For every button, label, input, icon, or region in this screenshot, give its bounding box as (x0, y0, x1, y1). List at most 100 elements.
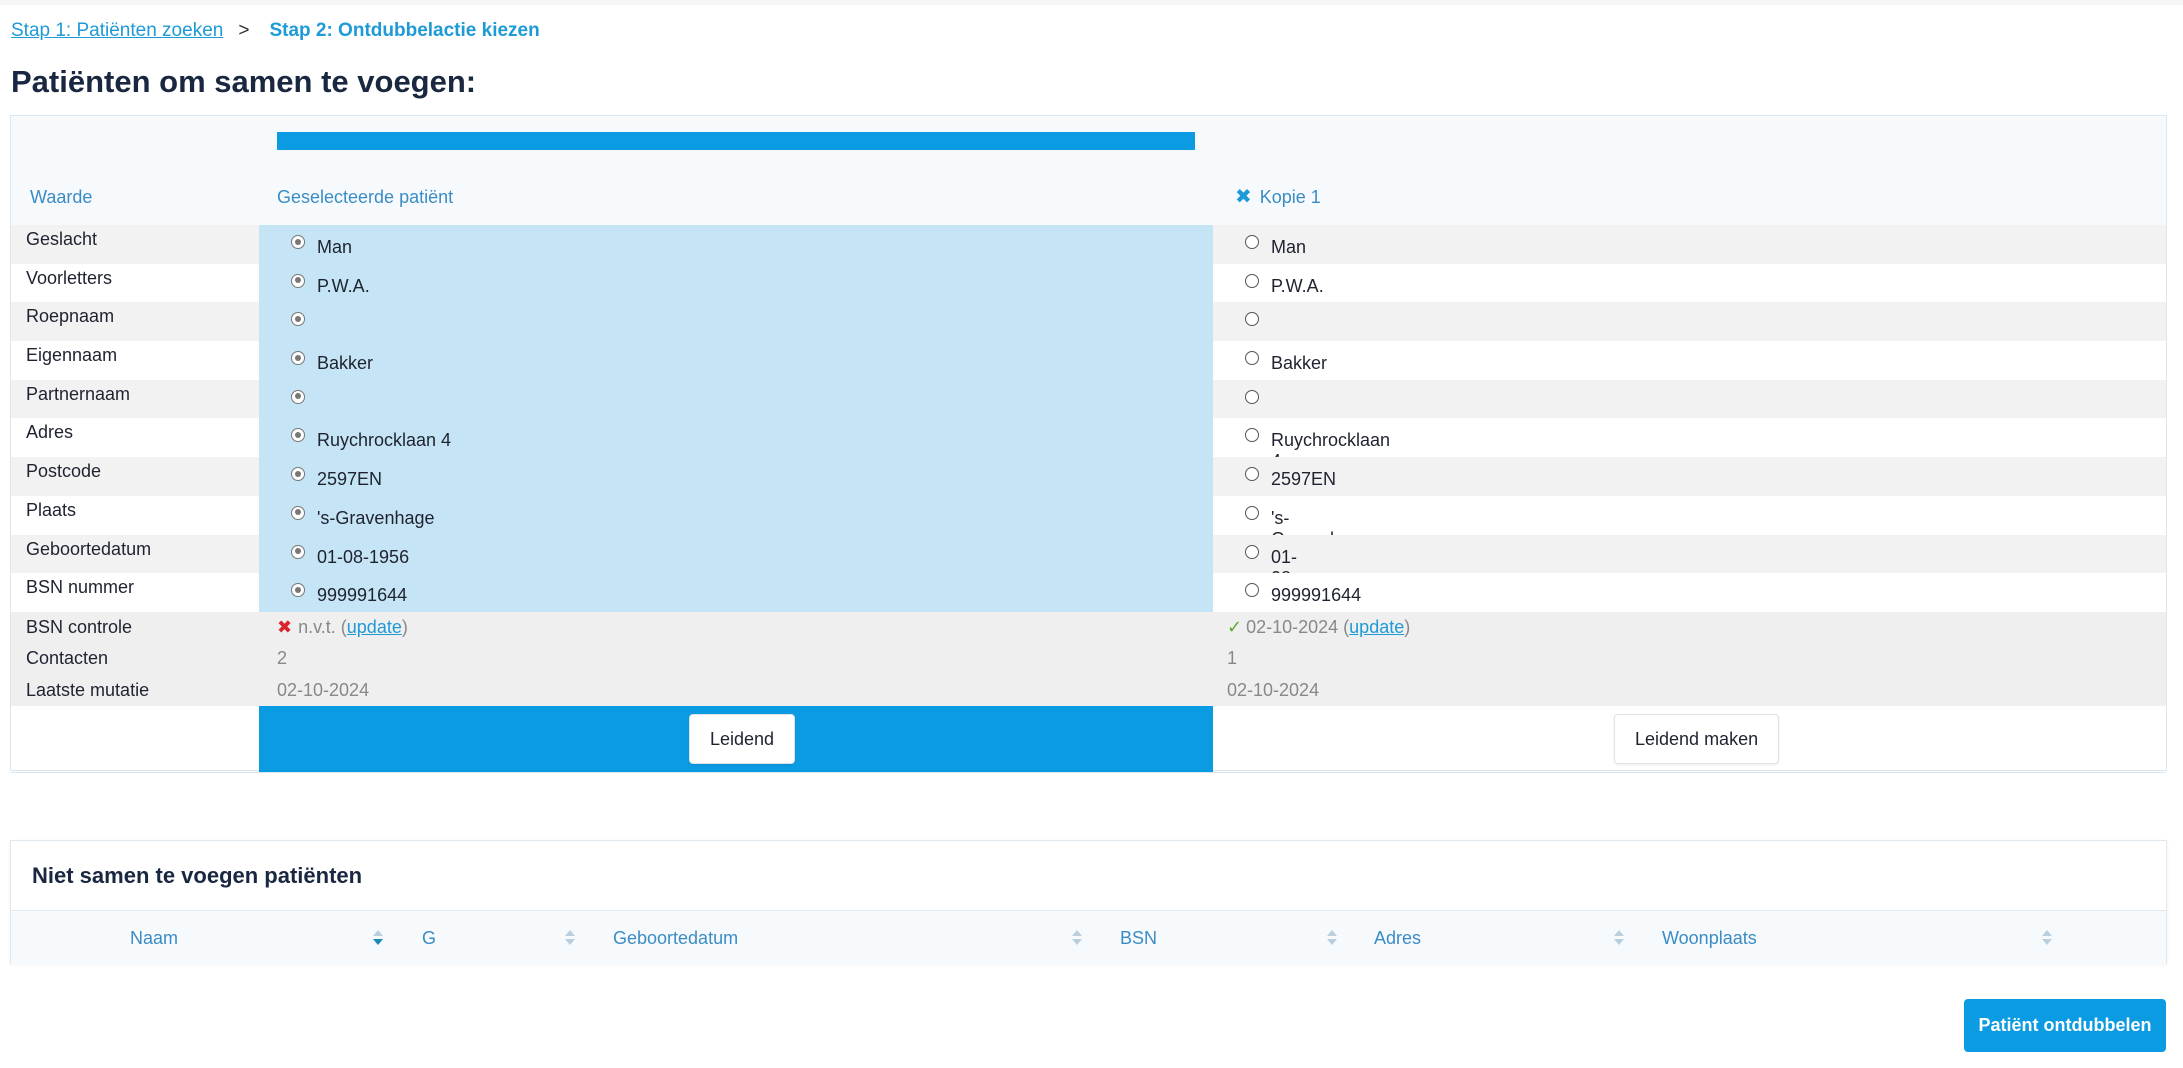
column-g[interactable]: G (422, 911, 436, 965)
selected-value: Man (317, 237, 353, 257)
radio-copy[interactable] (1245, 389, 1259, 404)
selected-patient-cell: P.W.A. (259, 263, 1213, 303)
contacts-copy: 1 (1227, 648, 1238, 669)
header-copy: ✖ Kopie 1 (1235, 169, 1321, 225)
bsn-check-selected: ✖ n.v.t. (update) (277, 617, 408, 637)
selected-value: 's-Gravenhage (317, 507, 435, 528)
header-copy-label: Kopie 1 (1259, 187, 1321, 207)
merge-row: AdresRuychrocklaan 4Ruychrocklaan 4 (11, 418, 2166, 471)
merge-patient-button[interactable]: Patiënt ontdubbelen (1964, 999, 2166, 1052)
checkmark-icon: ✓ (1227, 617, 1243, 637)
radio-copy[interactable] (1245, 235, 1259, 249)
copy-value: 999991644 (1271, 585, 1362, 606)
sort-icon[interactable] (1072, 930, 1082, 946)
selected-value: 2597EN (317, 469, 383, 490)
copy-value: Man (1271, 237, 1307, 257)
merge-row: Partnernaam (11, 379, 2166, 419)
selected-action-cell: Leidend (259, 706, 1213, 772)
sort-icon[interactable] (2042, 930, 2052, 946)
merge-row: Postcode 2597EN 2597EN (11, 457, 2166, 496)
make-leading-button[interactable]: Leidend maken (1614, 714, 1780, 764)
radio-selected[interactable] (291, 505, 305, 520)
selected-patient-cell (259, 302, 1213, 342)
radio-selected[interactable] (291, 312, 305, 327)
radio-selected[interactable] (291, 389, 305, 404)
last-mutation-row: Laatste mutatie 02-10-2024 02-10-2024 (11, 675, 2166, 706)
column-woonplaats[interactable]: Woonplaats (1662, 911, 1757, 965)
radio-selected[interactable] (291, 467, 305, 482)
merge-row: Plaats's-Gravenhage's-Gravenhage (11, 495, 2166, 549)
selected-patient-cell: 999991644 (259, 573, 1213, 612)
row-label: Partnernaam (26, 383, 131, 404)
radio-selected[interactable] (291, 428, 305, 443)
close-icon[interactable]: ✖ (1235, 186, 1252, 208)
row-label: Geboortedatum (26, 538, 152, 559)
radio-copy[interactable] (1245, 505, 1259, 520)
bsn-check-copy-status: 02-10-2024 (1246, 617, 1339, 637)
radio-copy[interactable] (1245, 273, 1259, 288)
bsn-update-link-copy[interactable]: update (1349, 617, 1404, 637)
bsn-check-copy: ✓ 02-10-2024 (update) (1227, 617, 1411, 637)
progress-bar (277, 132, 1195, 150)
copy-value: P.W.A. (1271, 275, 1324, 296)
last-mutation-label: Laatste mutatie (26, 679, 150, 700)
radio-copy[interactable] (1245, 467, 1259, 482)
column-bsn[interactable]: BSN (1120, 911, 1157, 965)
radio-copy[interactable] (1245, 428, 1259, 443)
breadcrumb-step2-current: Stap 2: Ontdubbelactie kiezen (269, 20, 540, 41)
radio-selected[interactable] (291, 583, 305, 598)
radio-selected[interactable] (291, 273, 305, 288)
radio-copy[interactable] (1245, 351, 1259, 366)
selected-patient-cell: 2597EN (259, 457, 1213, 496)
radio-copy[interactable] (1245, 583, 1259, 598)
top-border (0, 0, 2183, 5)
selected-patient-cell (259, 379, 1213, 419)
breadcrumb: Stap 1: Patiënten zoeken > Stap 2: Ontdu… (11, 20, 540, 42)
contacts-row: Contacten 2 1 (11, 643, 2166, 674)
non-merge-table-header: Naam G Geboortedatum BSN Adres Woonplaat… (11, 910, 2166, 965)
progress-fill (277, 132, 1195, 150)
radio-selected[interactable] (291, 544, 305, 559)
selected-patient-cell: Bakker (259, 341, 1213, 380)
radio-copy[interactable] (1245, 544, 1259, 559)
row-label: Voorletters (26, 267, 113, 288)
contacts-selected: 2 (277, 648, 288, 669)
action-row: Leidend Leidend maken (11, 706, 2166, 773)
radio-selected[interactable] (291, 235, 305, 249)
breadcrumb-step1-link[interactable]: Stap 1: Patiënten zoeken (11, 20, 223, 42)
bsn-check-label: BSN controle (26, 617, 133, 637)
copy-value: 2597EN (1271, 469, 1337, 490)
selected-value: Ruychrocklaan 4 (317, 430, 452, 451)
header-selected-patient: Geselecteerde patiënt (277, 187, 454, 207)
row-label: Roepnaam (26, 306, 115, 327)
sort-icon[interactable] (373, 930, 383, 946)
merge-row: Roepnaam (11, 302, 2166, 342)
leading-button[interactable]: Leidend (689, 714, 796, 764)
sort-icon[interactable] (1614, 930, 1624, 946)
merge-row: Geslacht Man Man (11, 225, 2166, 264)
selected-patient-cell: Man (259, 225, 1213, 264)
merge-row: Eigennaam Bakker Bakker (11, 341, 2166, 380)
sort-icon[interactable] (565, 930, 575, 946)
header-value: Waarde (30, 187, 93, 207)
column-geboortedatum[interactable]: Geboortedatum (613, 911, 738, 965)
progress-row (11, 116, 2166, 170)
bsn-check-selected-status: n.v.t. (298, 617, 336, 637)
merge-row: Voorletters P.W.A. P.W.A. (11, 263, 2166, 303)
row-label: Eigennaam (26, 345, 118, 366)
merge-rows: Geslacht Man Man Voorletters P.W.A. P.W.A. Roe… (11, 225, 2166, 612)
non-merge-panel: Niet samen te voegen patiënten Naam G Ge… (10, 840, 2167, 965)
selected-patient-cell: Ruychrocklaan 4 (259, 418, 1213, 458)
radio-copy[interactable] (1245, 312, 1259, 327)
column-adres[interactable]: Adres (1374, 911, 1421, 965)
last-mutation-copy: 02-10-2024 (1227, 679, 1320, 700)
bsn-update-link-selected[interactable]: update (347, 617, 402, 637)
row-label: Postcode (26, 461, 102, 482)
non-merge-title: Niet samen te voegen patiënten (32, 863, 363, 888)
row-label: BSN nummer (26, 577, 135, 598)
column-naam[interactable]: Naam (130, 911, 178, 965)
merge-row: Geboortedatum01-08-195601-08-1956 (11, 534, 2166, 609)
sort-icon[interactable] (1327, 930, 1337, 946)
bsn-check-row: BSN controle ✖ n.v.t. (update) ✓ 02-10-202… (11, 612, 2166, 643)
radio-selected[interactable] (291, 351, 305, 366)
